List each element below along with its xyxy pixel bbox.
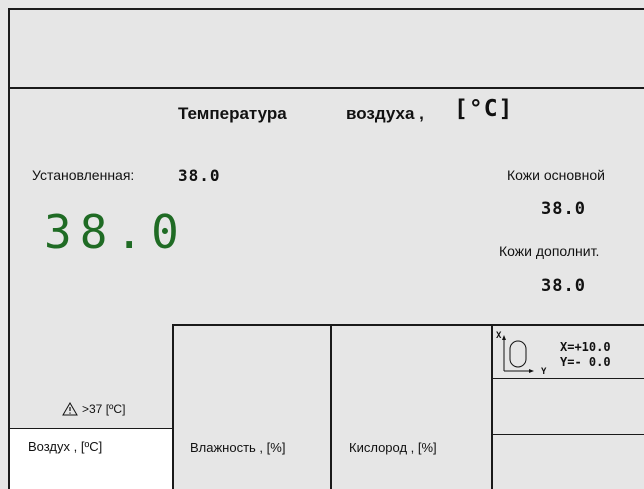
- tab-oxygen-label: Кислород , [%]: [349, 440, 437, 455]
- tab-humidity[interactable]: Влажность , [%]: [174, 429, 330, 489]
- unit-label: [°C]: [454, 96, 514, 122]
- x-readout: X=+10.0: [560, 340, 611, 354]
- axis-x-label: X: [496, 331, 502, 341]
- tab-air[interactable]: Воздух , [ºC]: [10, 429, 172, 489]
- tab-humidity-label: Влажность , [%]: [190, 440, 286, 455]
- page-title-sub: воздуха ,: [346, 104, 424, 123]
- alarm-indicator: >37 [ºC]: [62, 402, 125, 416]
- y-readout: Y=- 0.0: [560, 355, 611, 369]
- right-hline-1: [491, 378, 644, 379]
- skin-aux-value: 38.0: [541, 276, 586, 296]
- bottom-panel-top: [172, 324, 644, 326]
- tab-oxygen[interactable]: Кислород , [%]: [332, 429, 491, 489]
- set-temp-label: Установленная:: [32, 167, 135, 183]
- tab-air-label: Воздух , [ºC]: [28, 439, 103, 454]
- warning-icon: [62, 402, 78, 416]
- axis-y-label: Y: [541, 367, 547, 377]
- page-title: Температура: [178, 104, 287, 123]
- alarm-threshold-label: >37 [ºC]: [82, 402, 126, 416]
- divider-3: [491, 324, 493, 489]
- skin-main-label: Кожи основной: [507, 167, 605, 183]
- header-divider: [8, 87, 644, 89]
- skin-main-value: 38.0: [541, 199, 586, 219]
- header-bar: [10, 10, 644, 87]
- measured-temp-value: 38.0: [44, 205, 187, 259]
- skin-aux-label: Кожи дополнит.: [499, 243, 600, 259]
- set-temp-value: 38.0: [178, 166, 221, 185]
- right-hline-2: [491, 434, 644, 435]
